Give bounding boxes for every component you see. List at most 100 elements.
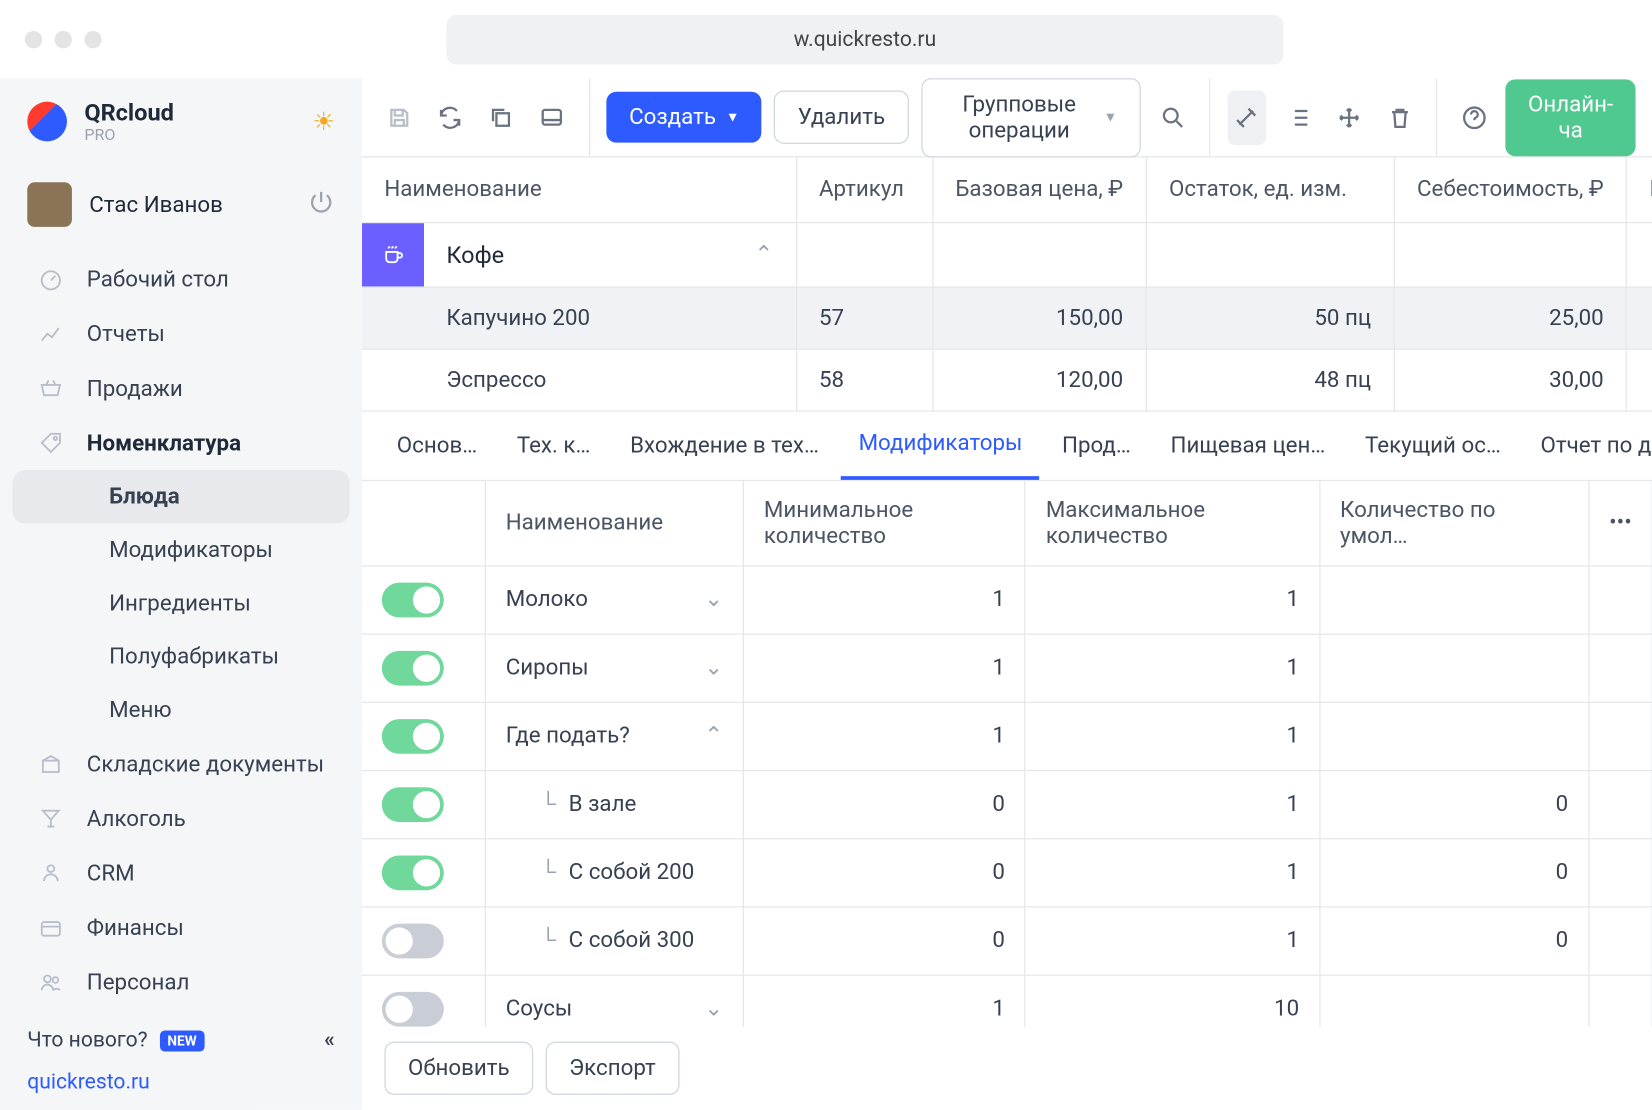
tab-current-stock[interactable]: Текущий ос… (1348, 412, 1519, 478)
tab-sales[interactable]: Прод… (1045, 412, 1149, 478)
col-sku[interactable]: Артикул (796, 157, 932, 221)
tools-icon[interactable] (1227, 90, 1266, 145)
chevron-icon[interactable]: ⌃ (704, 723, 723, 749)
col-cost[interactable]: Себестоимость, ₽ (1394, 157, 1627, 221)
trash-icon[interactable] (1380, 90, 1419, 145)
chevron-icon[interactable]: ⌄ (704, 587, 723, 613)
refresh-button[interactable]: Обновить (384, 1042, 533, 1095)
chevron-icon[interactable]: ⌄ (704, 655, 723, 681)
tab-nutrition[interactable]: Пищевая цен… (1153, 412, 1343, 478)
mod-row[interactable]: Сиропы⌄ 1 1 (362, 634, 1652, 702)
sidebar-item-nomenclature[interactable]: Номенклатура (0, 415, 362, 470)
mod-name-label: С собой 200 (569, 859, 695, 885)
mod-min: 1 (744, 975, 1026, 1027)
mod-min: 0 (744, 906, 1026, 974)
chevron-up-icon[interactable]: ⌃ (754, 241, 795, 267)
cell-price: 150,00 (932, 286, 1146, 348)
mod-min: 0 (744, 770, 1026, 838)
site-link[interactable]: quickresto.ru (27, 1070, 335, 1095)
mod-def (1320, 634, 1589, 702)
col-name[interactable]: Наименование (362, 157, 796, 221)
sidebar-item-reports[interactable]: Отчеты (0, 306, 362, 361)
mod-row[interactable]: Где подать?⌃ 1 1 (362, 702, 1652, 770)
sidebar-sub-semis[interactable]: Полуфабрикаты (12, 630, 349, 683)
toggle-switch[interactable] (382, 991, 444, 1026)
product-table: Наименование Артикул Базовая цена, ₽ Ост… (362, 157, 1652, 411)
chevron-icon[interactable]: ⌄ (704, 996, 723, 1022)
delete-button[interactable]: Удалить (774, 91, 909, 144)
mcol-def[interactable]: Количество по умол… (1320, 481, 1589, 566)
col-markup[interactable]: Наце (1627, 157, 1652, 221)
sidebar-item-alcohol[interactable]: Алкоголь (0, 791, 362, 846)
power-icon[interactable] (308, 188, 335, 220)
url-bar[interactable]: w.quickresto.ru (446, 14, 1283, 64)
traffic-close-icon[interactable] (25, 30, 42, 47)
table-row[interactable]: Капучино 200 57 150,00 50 пц 25,00 (362, 286, 1652, 348)
table-row[interactable]: Эспрессо 58 120,00 48 пц 30,00 (362, 348, 1652, 410)
refresh-icon[interactable] (430, 90, 469, 145)
toggle-switch[interactable] (382, 855, 444, 890)
copy-icon[interactable] (482, 90, 521, 145)
export-button[interactable]: Экспорт (546, 1042, 680, 1095)
mod-row[interactable]: └С собой 300 0 1 0 (362, 906, 1652, 974)
sidebar-item-stock-docs[interactable]: Складские документы (0, 737, 362, 792)
sidebar-item-crm[interactable]: CRM (0, 846, 362, 901)
mod-name-label: С собой 300 (569, 928, 695, 954)
move-icon[interactable] (1329, 90, 1368, 145)
box-icon (37, 750, 64, 777)
search-icon[interactable] (1153, 90, 1192, 145)
mod-row[interactable]: └В зале 0 1 0 (362, 770, 1652, 838)
screen-icon[interactable] (533, 90, 572, 145)
mod-row[interactable]: Молоко⌄ 1 1 (362, 565, 1652, 633)
mcol-min[interactable]: Минимальное количество (744, 481, 1026, 566)
sidebar-item-dashboard[interactable]: Рабочий стол (0, 252, 362, 307)
mod-name-label: Сиропы (506, 655, 589, 681)
traffic-max-icon[interactable] (84, 30, 101, 47)
toggle-switch[interactable] (382, 787, 444, 822)
tab-in-tech[interactable]: Вхождение в тех… (613, 412, 837, 478)
collapse-sidebar-icon[interactable]: « (324, 1028, 335, 1053)
user-row[interactable]: Стас Иванов (0, 165, 362, 244)
mod-max: 10 (1025, 975, 1319, 1027)
mod-row[interactable]: Соусы ⌄ 1 10 (362, 975, 1652, 1027)
sidebar-item-sales[interactable]: Продажи (0, 361, 362, 416)
tab-tech-card[interactable]: Тех. к… (499, 412, 607, 478)
sidebar-sub-dishes[interactable]: Блюда (12, 470, 349, 523)
toggle-switch[interactable] (382, 650, 444, 685)
theme-toggle-icon[interactable]: ☀ (313, 107, 335, 137)
sidebar-sub-modifiers[interactable]: Модификаторы (12, 523, 349, 576)
nav-label: Номенклатура (87, 430, 241, 456)
toggle-switch[interactable] (382, 719, 444, 754)
mod-row[interactable]: └С собой 200 0 1 0 (362, 838, 1652, 906)
category-row[interactable]: Кофе⌃ (362, 222, 1652, 286)
online-chat-button[interactable]: Онлайн-ча (1506, 79, 1636, 156)
tab-movement[interactable]: Отчет по движ… (1523, 412, 1652, 478)
tab-modifiers[interactable]: Модификаторы (841, 410, 1039, 479)
sidebar-item-personnel[interactable]: Персонал (0, 955, 362, 1010)
mod-def: 0 (1320, 770, 1589, 838)
mod-min: 1 (744, 702, 1026, 770)
col-stock[interactable]: Остаток, ед. изм. (1146, 157, 1394, 221)
toggle-switch[interactable] (382, 923, 444, 958)
tab-basic[interactable]: Основ… (379, 412, 494, 478)
whats-new-label: Что нового? (27, 1028, 147, 1053)
sidebar-sub-ingredients[interactable]: Ингредиенты (12, 577, 349, 630)
list-icon[interactable] (1278, 90, 1317, 145)
save-icon[interactable] (379, 90, 418, 145)
more-icon[interactable]: ••• (1589, 481, 1652, 566)
table-header-row: Наименование Артикул Базовая цена, ₽ Ост… (362, 157, 1652, 221)
help-icon[interactable] (1455, 90, 1494, 145)
group-ops-button[interactable]: Групповые операции▼ (921, 78, 1141, 157)
create-button[interactable]: Создать▼ (607, 92, 762, 143)
toggle-switch[interactable] (382, 582, 444, 617)
traffic-min-icon[interactable] (55, 30, 72, 47)
sidebar-item-finance[interactable]: Финансы (0, 900, 362, 955)
whats-new-link[interactable]: Что нового? NEW « (27, 1028, 335, 1053)
mod-name-label: Соусы (506, 996, 573, 1022)
col-price[interactable]: Базовая цена, ₽ (932, 157, 1146, 221)
cell-stock: 50 пц (1146, 286, 1394, 348)
martini-icon (37, 805, 64, 832)
mcol-name[interactable]: Наименование (485, 481, 743, 566)
mcol-max[interactable]: Максимальное количество (1025, 481, 1319, 566)
sidebar-sub-menu[interactable]: Меню (12, 683, 349, 736)
